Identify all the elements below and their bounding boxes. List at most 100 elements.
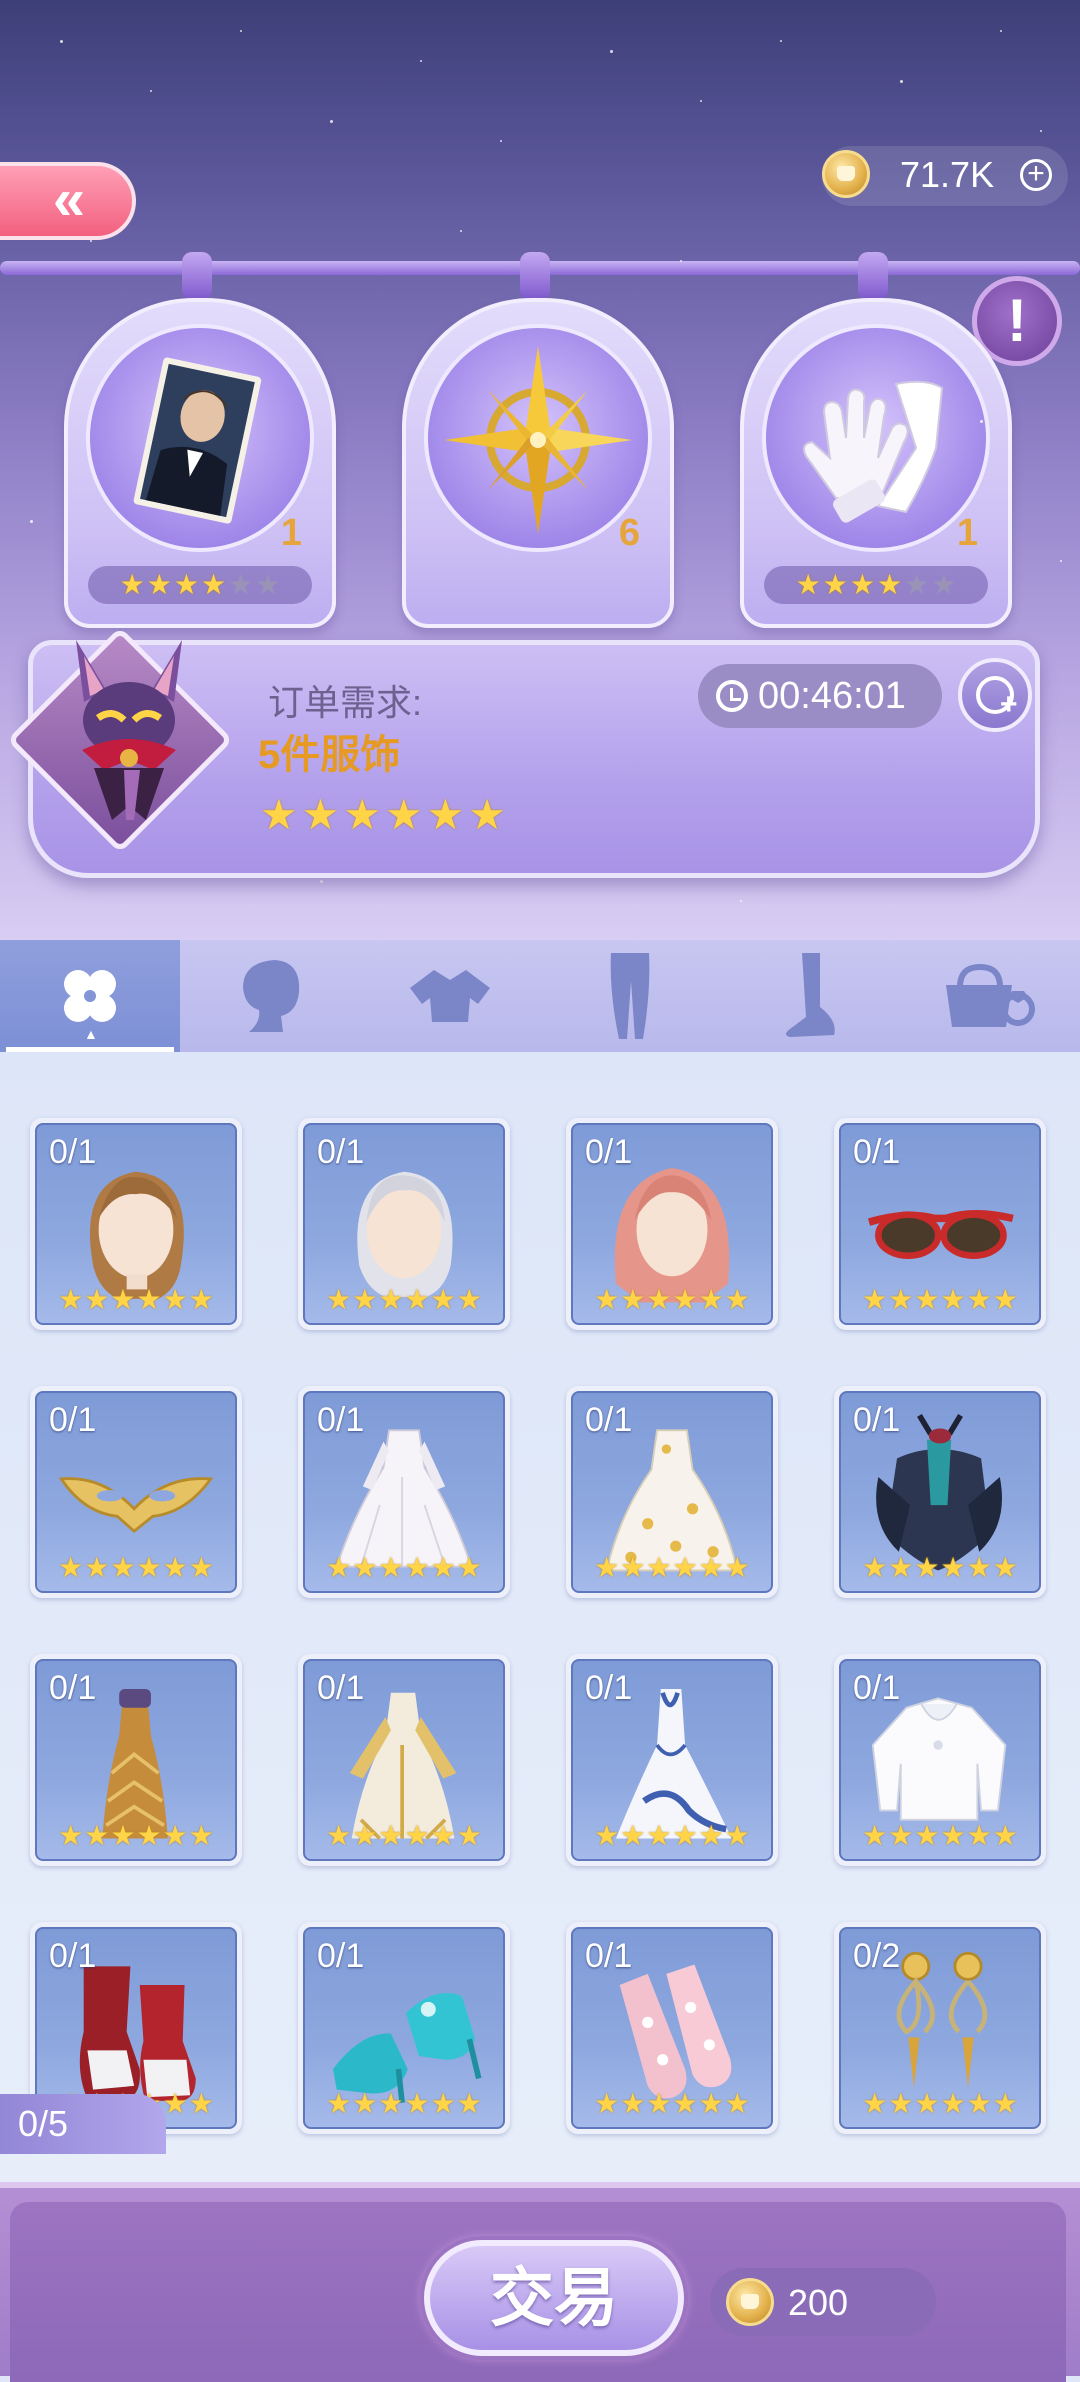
tab-accessory[interactable]: [900, 940, 1080, 1052]
item-slot-red-sunglasses[interactable]: 0/1 ★ ★ ★ ★ ★ ★: [834, 1118, 1046, 1330]
tab-top[interactable]: [360, 940, 540, 1052]
star-filled-icon: ★: [646, 1552, 672, 1583]
add-currency-button[interactable]: +: [1020, 159, 1052, 191]
item-star-rating: ★★★★★★: [305, 1285, 503, 1315]
item-slot-dark-feather-dress[interactable]: 0/1 ★ ★ ★ ★ ★ ★: [834, 1386, 1046, 1598]
star-filled-icon: ★: [724, 1552, 750, 1583]
star-filled-icon: ★: [594, 2088, 620, 2119]
item-slot-floral-gown[interactable]: 0/1 ★ ★ ★ ★ ★ ★: [566, 1386, 778, 1598]
item-slot-brown-hair[interactable]: 0/1 ★ ★ ★ ★ ★ ★: [30, 1118, 242, 1330]
star-empty-icon: ★: [255, 569, 281, 600]
tab-all[interactable]: ▲: [0, 940, 180, 1052]
item-slot-gold-mask[interactable]: 0/1 ★ ★ ★ ★ ★ ★: [30, 1386, 242, 1598]
hook-icon: [182, 252, 212, 300]
star-filled-icon: ★: [404, 1284, 430, 1315]
star-filled-icon: ★: [646, 1284, 672, 1315]
star-filled-icon: ★: [888, 1552, 914, 1583]
star-filled-icon: ★: [188, 1284, 214, 1315]
compass-star-icon: [424, 324, 652, 552]
star-filled-icon: ★: [110, 1284, 136, 1315]
item-card: 0/1★★★★★★: [571, 1659, 773, 1861]
star-filled-icon: ★: [352, 2088, 378, 2119]
star-filled-icon: ★: [260, 791, 298, 838]
star-filled-icon: ★: [620, 1552, 646, 1583]
star-filled-icon: ★: [430, 1552, 456, 1583]
star-filled-icon: ★: [672, 1820, 698, 1851]
star-filled-icon: ★: [456, 2088, 482, 2119]
star-filled-icon: ★: [84, 1284, 110, 1315]
requirement-card-gloves[interactable]: 1 ★ ★ ★ ★ ★ ★: [740, 298, 1012, 628]
trade-button[interactable]: 交易: [424, 2240, 684, 2356]
item-card: 0/1★★★★★★: [571, 1927, 773, 2129]
item-star-rating: ★★★★★★: [573, 1285, 771, 1315]
tab-bottom[interactable]: [540, 940, 720, 1052]
requirement-card-compass[interactable]: 6: [402, 298, 674, 628]
star-filled-icon: ★: [326, 1552, 352, 1583]
star-filled-icon: ★: [146, 569, 172, 600]
sparkle-dot: [150, 90, 152, 92]
star-filled-icon: ★: [378, 1284, 404, 1315]
star-filled-icon: ★: [698, 1284, 724, 1315]
sparkle-dot: [460, 230, 462, 232]
star-filled-icon: ★: [940, 2088, 966, 2119]
star-filled-icon: ★: [862, 1820, 888, 1851]
star-filled-icon: ★: [119, 569, 145, 600]
clock-icon: [716, 680, 748, 712]
item-quantity: 0/1: [585, 1937, 633, 1975]
item-slot-blue-white-gown[interactable]: 0/1 ★ ★ ★ ★ ★ ★: [566, 1654, 778, 1866]
star-filled-icon: ★: [862, 2088, 888, 2119]
progress-counter: 0/5: [0, 2094, 166, 2154]
item-star-rating: ★★★★★★: [37, 1285, 235, 1315]
star-filled-icon: ★: [456, 1284, 482, 1315]
sparkle-dot: [1060, 560, 1062, 562]
star-filled-icon: ★: [430, 1284, 456, 1315]
star-filled-icon: ★: [162, 1284, 188, 1315]
star-filled-icon: ★: [188, 2088, 214, 2119]
item-slot-pink-hair[interactable]: 0/1 ★ ★ ★ ★ ★ ★: [566, 1118, 778, 1330]
back-button[interactable]: «: [0, 162, 136, 240]
star-filled-icon: ★: [58, 1552, 84, 1583]
requirement-count: 1: [956, 512, 978, 554]
item-slot-teal-heels[interactable]: 0/1 ★ ★ ★ ★ ★ ★: [298, 1922, 510, 2134]
item-slot-white-gown[interactable]: 0/1 ★ ★ ★ ★ ★ ★: [298, 1386, 510, 1598]
item-slot-gold-earrings[interactable]: 0/2 ★ ★ ★ ★ ★ ★: [834, 1922, 1046, 2134]
active-tab-caret-icon: ▲: [84, 1026, 98, 1042]
item-slot-white-blouse[interactable]: 0/1 ★ ★ ★ ★ ★ ★: [834, 1654, 1046, 1866]
star-filled-icon: ★: [426, 791, 465, 838]
star-filled-icon: ★: [888, 2088, 914, 2119]
requirement-count: 6: [618, 512, 640, 554]
item-card: 0/1★★★★★★: [303, 1927, 505, 2129]
tab-hair[interactable]: [180, 940, 360, 1052]
star-filled-icon: ★: [698, 2088, 724, 2119]
portrait-card-icon: [86, 324, 314, 552]
star-filled-icon: ★: [384, 791, 423, 838]
star-filled-icon: ★: [162, 1552, 188, 1583]
star-filled-icon: ★: [914, 1552, 940, 1583]
item-slot-gold-dress[interactable]: 0/1 ★ ★ ★ ★ ★ ★: [30, 1654, 242, 1866]
star-filled-icon: ★: [352, 1552, 378, 1583]
tab-shoes[interactable]: [720, 940, 900, 1052]
item-quantity: 0/1: [49, 1669, 97, 1707]
star-filled-icon: ★: [822, 569, 848, 600]
star-filled-icon: ★: [992, 2088, 1018, 2119]
star-filled-icon: ★: [620, 1284, 646, 1315]
star-filled-icon: ★: [646, 2088, 672, 2119]
item-slot-gold-white-gown[interactable]: 0/1 ★ ★ ★ ★ ★ ★: [298, 1654, 510, 1866]
star-filled-icon: ★: [404, 1820, 430, 1851]
star-filled-icon: ★: [378, 1552, 404, 1583]
add-time-button[interactable]: [958, 658, 1032, 732]
hair-silhouette-icon: [243, 960, 300, 1032]
star-filled-icon: ★: [430, 2088, 456, 2119]
star-filled-icon: ★: [343, 791, 381, 838]
star-filled-icon: ★: [352, 1284, 378, 1315]
item-star-rating: ★★★★★★: [37, 1821, 235, 1851]
star-filled-icon: ★: [862, 1284, 888, 1315]
star-filled-icon: ★: [672, 2088, 698, 2119]
item-quantity: 0/1: [317, 1133, 365, 1171]
item-slot-silver-hair[interactable]: 0/1 ★ ★ ★ ★ ★ ★: [298, 1118, 510, 1330]
star-filled-icon: ★: [888, 1284, 914, 1315]
star-filled-icon: ★: [173, 569, 199, 600]
item-slot-pink-socks[interactable]: 0/1 ★ ★ ★ ★ ★ ★: [566, 1922, 778, 2134]
trade-cost: 200: [710, 2268, 936, 2336]
requirement-card-portrait[interactable]: 1 ★ ★ ★ ★ ★ ★: [64, 298, 336, 628]
